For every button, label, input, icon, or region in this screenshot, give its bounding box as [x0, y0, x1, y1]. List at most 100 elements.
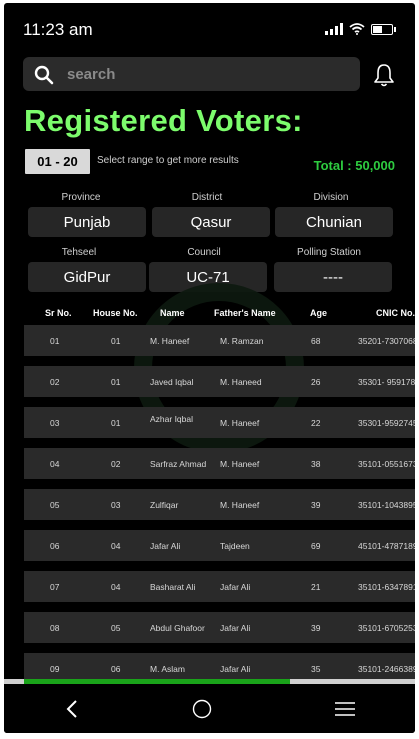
- table-row[interactable]: 07 04 Basharat Ali Jafar Ali 21 35101-6347891: [24, 571, 415, 602]
- cell-father: Tajdeen: [220, 541, 250, 551]
- cell-age: 69: [311, 541, 321, 551]
- cell-age: 26: [311, 377, 321, 387]
- province-label: Province: [61, 192, 101, 203]
- cell-age: 39: [311, 623, 321, 633]
- col-header-age: Age: [310, 308, 328, 318]
- cell-father: M. Ramzan: [220, 336, 264, 346]
- cell-house: 04: [111, 541, 121, 551]
- table-header: Sr No. House No. Name Father's Name Age …: [24, 305, 415, 323]
- total-count: Total : 50,000: [313, 158, 395, 173]
- cell-father: M. Haneed: [220, 377, 262, 387]
- table-row[interactable]: 01 01 M. Haneef M. Ramzan 68 35201-7307068: [24, 325, 415, 356]
- col-header-house: House No.: [93, 308, 138, 318]
- cell-house: 04: [111, 582, 121, 592]
- cell-father: M. Haneef: [220, 459, 260, 469]
- cell-sr: 02: [50, 377, 60, 387]
- table-row[interactable]: 05 03 Zulfiqar M. Haneef 39 35101-1043895: [24, 489, 415, 520]
- cell-sr: 05: [50, 500, 60, 510]
- cell-cnic: 35101-0551673: [358, 459, 415, 469]
- cell-house: 03: [111, 500, 121, 510]
- division-label: Division: [313, 192, 349, 203]
- cell-cnic: 45101-4787189: [358, 541, 415, 551]
- menu-icon: [335, 702, 355, 716]
- table-row[interactable]: 08 05 Abdul Ghafoor Jafar Ali 39 35101-670525…: [24, 612, 415, 643]
- cell-cnic: 35301- 9591781: [358, 377, 415, 387]
- cell-house: 01: [111, 377, 121, 387]
- cell-name: Basharat Ali: [150, 582, 196, 592]
- cell-age: 38: [311, 459, 321, 469]
- back-button[interactable]: [57, 696, 87, 722]
- cell-house: 01: [111, 336, 121, 346]
- search-bar[interactable]: search: [23, 57, 360, 91]
- district-label: District: [191, 192, 223, 203]
- back-icon: [66, 700, 77, 718]
- cell-age: 35: [311, 664, 321, 674]
- status-bar: 11:23 am: [4, 3, 415, 53]
- search-icon: [34, 65, 54, 85]
- cell-age: 68: [311, 336, 321, 346]
- cell-name: Zulfiqar: [150, 500, 179, 510]
- cell-father: Jafar Ali: [220, 664, 251, 674]
- table-row[interactable]: 06 04 Jafar Ali Tajdeen 69 45101-4787189: [24, 530, 415, 561]
- cell-father: M. Haneef: [220, 500, 260, 510]
- signal-icon: [325, 23, 343, 35]
- cell-name: Jafar Ali: [150, 541, 181, 551]
- col-header-name: Name: [160, 308, 185, 318]
- col-header-father: Father's Name: [214, 308, 276, 318]
- cell-age: 21: [311, 582, 321, 592]
- cell-name: Azhar Iqbal: [150, 414, 193, 424]
- cell-age: 22: [311, 418, 321, 428]
- status-time: 11:23 am: [23, 20, 93, 39]
- cell-sr: 04: [50, 459, 60, 469]
- status-icons: [325, 23, 396, 35]
- table-row[interactable]: 02 01 Javed Iqbal M. Haneed 26 35301- 9591781: [24, 366, 415, 397]
- polling-station-label: Polling Station: [297, 247, 361, 258]
- search-input[interactable]: search: [67, 66, 115, 83]
- table-row[interactable]: 03 01 Azhar Iqbal M. Haneef 22 35301-9592745: [24, 407, 415, 438]
- cell-house: 05: [111, 623, 121, 633]
- cell-house: 01: [111, 418, 121, 428]
- cell-house: 02: [111, 459, 121, 469]
- wifi-icon: [349, 23, 365, 35]
- range-selector[interactable]: 01 - 20: [25, 149, 90, 174]
- cell-name: Javed Iqbal: [150, 377, 194, 387]
- district-select[interactable]: Qasur: [152, 207, 270, 237]
- council-label: Council: [187, 247, 221, 258]
- cell-father: Jafar Ali: [220, 582, 251, 592]
- cell-sr: 08: [50, 623, 60, 633]
- polling-station-select[interactable]: ----: [274, 262, 392, 292]
- battery-icon: [371, 23, 396, 35]
- cell-name: Sarfraz Ahmad: [150, 459, 207, 469]
- cell-sr: 07: [50, 582, 60, 592]
- home-icon: [192, 699, 212, 719]
- cell-cnic: 35101-2466389: [358, 664, 415, 674]
- cell-sr: 03: [50, 418, 60, 428]
- menu-button[interactable]: [330, 696, 360, 722]
- home-button[interactable]: [187, 696, 217, 722]
- range-hint: Select range to get more results: [97, 155, 239, 166]
- bell-icon[interactable]: [373, 63, 395, 87]
- cell-cnic: 35101-1043895: [358, 500, 415, 510]
- navigation-bar: [4, 684, 415, 733]
- cell-sr: 01: [50, 336, 60, 346]
- cell-cnic: 35201-7307068: [358, 336, 415, 346]
- table-row[interactable]: 04 02 Sarfraz Ahmad M. Haneef 38 35101-055167…: [24, 448, 415, 479]
- cell-name: Abdul Ghafoor: [150, 623, 205, 633]
- battery-level: [373, 25, 382, 33]
- cell-sr: 09: [50, 664, 60, 674]
- cell-father: M. Haneef: [220, 418, 260, 428]
- page-title: Registered Voters:: [24, 103, 303, 138]
- province-select[interactable]: Punjab: [28, 207, 146, 237]
- division-select[interactable]: Chunian: [275, 207, 393, 237]
- cell-name: M. Aslam: [150, 664, 185, 674]
- cell-cnic: 35101-6705253: [358, 623, 415, 633]
- cell-father: Jafar Ali: [220, 623, 251, 633]
- cell-cnic: 35101-6347891: [358, 582, 415, 592]
- col-header-sr: Sr No.: [45, 308, 72, 318]
- cell-age: 39: [311, 500, 321, 510]
- tehseel-select[interactable]: GidPur: [28, 262, 146, 292]
- cell-sr: 06: [50, 541, 60, 551]
- phone-screen: 11:23 am search Registered Voters: 01 - …: [4, 3, 415, 733]
- col-header-cnic: CNIC No.: [376, 308, 415, 318]
- tehseel-label: Tehseel: [61, 247, 97, 258]
